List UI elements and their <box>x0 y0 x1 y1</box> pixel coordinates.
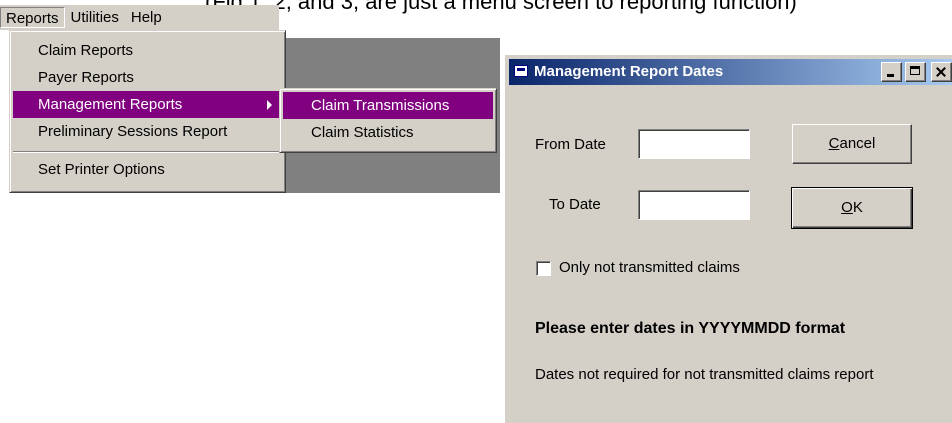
ok-button[interactable]: OK <box>791 187 913 229</box>
date-format-instruction: Please enter dates in YYYYMMDD format <box>535 320 846 337</box>
dialog-title: Management Report Dates <box>534 63 724 80</box>
close-button[interactable] <box>931 62 952 82</box>
menu-item-set-printer-options[interactable]: Set Printer Options <box>13 156 282 183</box>
cancel-button[interactable]: Cancel <box>792 124 912 164</box>
only-not-transmitted-checkbox[interactable] <box>536 261 551 276</box>
window-app-icon <box>514 65 528 77</box>
ok-accelerator: O <box>841 199 853 216</box>
menu-item-claim-reports[interactable]: Claim Reports <box>13 37 282 64</box>
page-caption: (Fig.1, 2, and 3, are just a menu screen… <box>205 0 797 14</box>
menu-bar: Reports Utilities Help <box>0 5 279 30</box>
menu-help[interactable]: Help <box>125 7 168 28</box>
reports-dropdown-menu: Claim Reports Payer Reports Management R… <box>9 30 286 193</box>
dialog-title-bar[interactable]: Management Report Dates <box>509 59 952 85</box>
dates-not-required-note: Dates not required for not transmitted c… <box>535 366 874 383</box>
menu-separator <box>13 151 282 153</box>
submenu-arrow-icon <box>267 100 272 110</box>
ok-label-rest: K <box>852 199 863 216</box>
menu-item-claim-statistics[interactable]: Claim Statistics <box>283 119 493 146</box>
from-date-input[interactable] <box>638 129 750 159</box>
cancel-label-rest: ancel <box>839 135 876 152</box>
to-date-label: To Date <box>549 196 601 213</box>
maximize-button[interactable] <box>905 62 926 82</box>
management-report-dates-dialog: Management Report Dates From Date To Dat… <box>505 55 952 423</box>
only-not-transmitted-label[interactable]: Only not transmitted claims <box>559 259 740 276</box>
cancel-accelerator: C <box>828 135 840 152</box>
menu-item-management-reports[interactable]: Management Reports <box>13 91 282 118</box>
from-date-label: From Date <box>535 136 606 153</box>
minimize-button[interactable] <box>881 62 902 82</box>
menu-utilities[interactable]: Utilities <box>65 7 125 28</box>
screen: (Fig.1, 2, and 3, are just a menu screen… <box>0 0 952 423</box>
management-reports-submenu: Claim Transmissions Claim Statistics <box>279 88 497 153</box>
menu-item-preliminary-sessions-report[interactable]: Preliminary Sessions Report <box>13 118 282 145</box>
menu-item-payer-reports[interactable]: Payer Reports <box>13 64 282 91</box>
to-date-input[interactable] <box>638 190 750 220</box>
menu-reports[interactable]: Reports <box>0 7 65 28</box>
menu-item-label: Management Reports <box>38 96 183 113</box>
menu-item-claim-transmissions[interactable]: Claim Transmissions <box>283 92 493 119</box>
